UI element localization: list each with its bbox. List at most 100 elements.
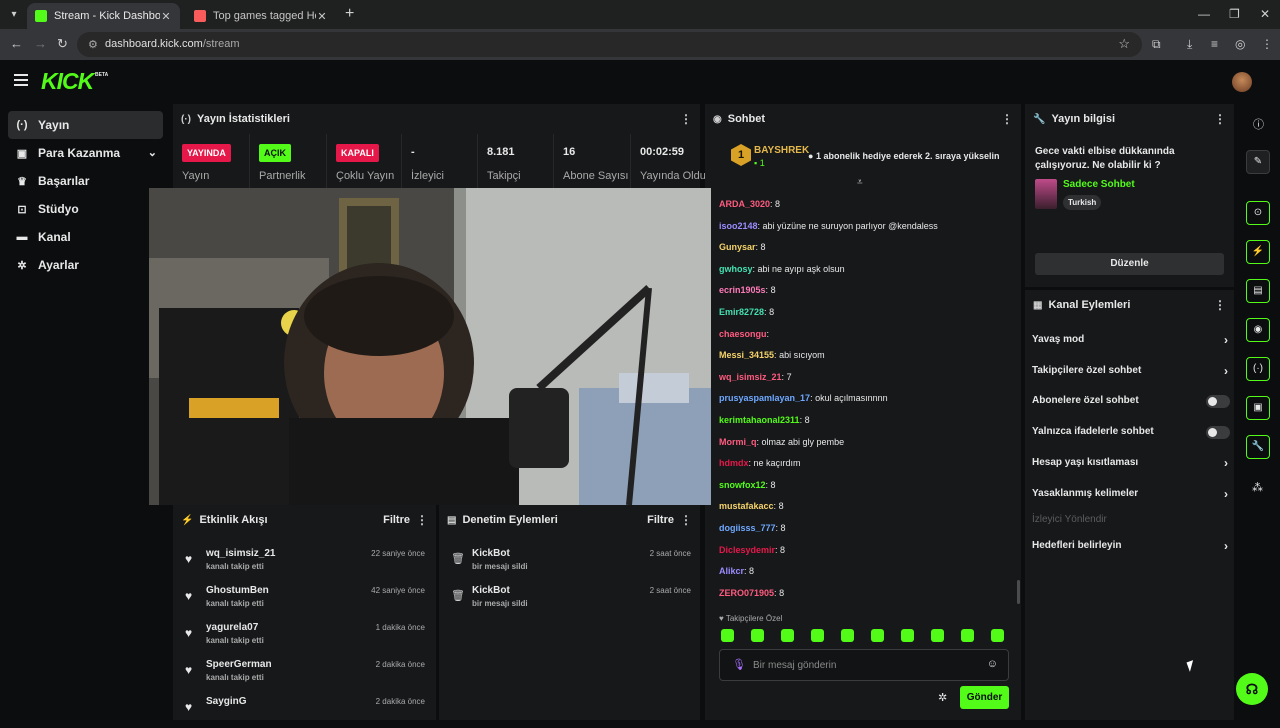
more-options-icon[interactable]: ⋮ — [1001, 112, 1013, 126]
banned-words-row[interactable]: Yasaklanmış kelimeler › — [1032, 484, 1230, 504]
emote-icon[interactable] — [991, 629, 1004, 642]
emote-icon[interactable] — [871, 629, 884, 642]
chat-username[interactable]: hdmdx — [719, 458, 749, 468]
subscribers-only-toggle[interactable] — [1206, 395, 1230, 408]
tab-itch-horror[interactable]: Top games tagged Horror - itch ✕ — [186, 3, 336, 29]
chat-username[interactable]: ZERO071905 — [719, 588, 774, 598]
chat-username[interactable]: Alikcr — [719, 566, 744, 576]
emote-icon[interactable] — [901, 629, 914, 642]
kick-logo[interactable]: KICK — [41, 68, 94, 95]
emote-icon[interactable] — [811, 629, 824, 642]
activity-user[interactable]: SayginG — [206, 696, 247, 707]
activity-user[interactable]: SpeerGerman — [206, 659, 272, 670]
tab-kick-dashboard[interactable]: Stream - Kick Dashboard ✕ — [27, 3, 180, 29]
followers-only-row[interactable]: Takipçilere özel sohbet › — [1032, 361, 1230, 381]
site-info-icon[interactable]: ⚙ — [88, 38, 98, 51]
activity-user[interactable]: wq_isimsiz_21 — [206, 548, 275, 559]
reload-icon[interactable]: ↻ — [57, 37, 68, 51]
send-button[interactable]: Gönder — [960, 686, 1009, 709]
media-icon[interactable]: ≡ — [1211, 37, 1218, 51]
tab-search-icon[interactable]: ▾ — [6, 7, 22, 23]
close-tab-icon[interactable]: ✕ — [316, 10, 328, 23]
document-icon[interactable]: ▤ — [1246, 279, 1270, 303]
category-link[interactable]: Sadece Sohbet — [1063, 179, 1135, 190]
forward-icon[interactable]: → — [34, 37, 47, 51]
more-options-icon[interactable]: ⋮ — [680, 513, 692, 527]
edit-button[interactable]: Düzenle — [1035, 253, 1224, 275]
lightning-icon[interactable]: ⚡ — [1246, 240, 1270, 264]
wrench-icon[interactable]: 🔧 — [1246, 435, 1270, 459]
stream-preview-video[interactable] — [149, 188, 711, 505]
profile-icon[interactable]: ◎ — [1235, 37, 1245, 51]
pencil-icon[interactable]: ✎ — [1246, 150, 1270, 174]
slow-mode-row[interactable]: Yavaş mod › — [1032, 330, 1230, 350]
more-options-icon[interactable]: ⋮ — [680, 112, 692, 126]
hamburger-menu-icon[interactable] — [14, 74, 28, 86]
new-tab-button[interactable]: + — [345, 6, 354, 22]
emote-icon[interactable] — [961, 629, 974, 642]
close-tab-icon[interactable]: ✕ — [160, 10, 172, 23]
activity-user[interactable]: GhostumBen — [206, 585, 269, 596]
more-options-icon[interactable]: ⋮ — [1214, 298, 1226, 312]
chat-username[interactable]: mustafakacc — [719, 501, 774, 511]
chat-scrollbar[interactable] — [1017, 580, 1020, 604]
sidebar-item-kanal[interactable]: ▬ Kanal ⌄ — [8, 223, 163, 251]
chat-username[interactable]: wq_isimsiz_21 — [719, 372, 782, 382]
address-bar[interactable]: ⚙ dashboard.kick.com/stream ☆ — [77, 32, 1142, 57]
chat-username[interactable]: gwhosy — [719, 264, 753, 274]
pinned-user[interactable]: BAYSHREK — [754, 145, 809, 156]
chat-username[interactable]: Emir82728 — [719, 307, 764, 317]
chat-username[interactable]: prusyaspamlayan_17 — [719, 393, 810, 403]
scroll-down-icon[interactable]: ⩡ — [857, 177, 863, 188]
chat-username[interactable]: snowfox12 — [719, 480, 766, 490]
add-widget-icon[interactable]: ⁂ — [1252, 481, 1263, 494]
sidebar-item-ayarlar[interactable]: ✲ Ayarlar ⌄ — [8, 251, 163, 279]
chat-username[interactable]: kerimtahaonal2311 — [719, 415, 800, 425]
sidebar-item-para-kazanma[interactable]: ▣ Para Kazanma ⌄ — [8, 139, 163, 167]
sidebar-item-studyo[interactable]: ⊡ Stüdyo ⌄ — [8, 195, 163, 223]
browser-menu-icon[interactable]: ⋮ — [1261, 37, 1273, 51]
filter-button[interactable]: Filtre — [647, 514, 674, 526]
minimize-icon[interactable]: — — [1198, 7, 1210, 21]
chat-username[interactable]: Mormi_q — [719, 437, 757, 447]
emote-icon[interactable] — [751, 629, 764, 642]
chat-username[interactable]: ecrin1905s — [719, 285, 766, 295]
microphone-icon[interactable]: 🎙 — [732, 658, 746, 671]
mod-user[interactable]: KickBot — [472, 548, 510, 559]
chat-username[interactable]: dogiisss_777 — [719, 523, 776, 533]
sidebar-item-yayin[interactable]: (·) Yayın — [8, 111, 163, 139]
chat-input[interactable]: 🎙 Bir mesaj gönderin ☺ — [719, 649, 1009, 681]
broadcast-icon[interactable]: (·) — [1246, 357, 1270, 381]
emote-icon[interactable] — [841, 629, 854, 642]
chat-bubble-icon[interactable]: ◉ — [1246, 318, 1270, 342]
emote-only-toggle[interactable] — [1206, 426, 1230, 439]
emote-icon[interactable] — [931, 629, 944, 642]
chat-username[interactable]: Gunysar — [719, 242, 756, 252]
account-age-row[interactable]: Hesap yaşı kısıtlaması › — [1032, 453, 1230, 473]
extensions-icon[interactable]: ⧉ — [1152, 37, 1161, 52]
chat-username[interactable]: ARDA_3020 — [719, 199, 770, 209]
maximize-icon[interactable]: ❐ — [1229, 7, 1240, 21]
chat-username[interactable]: Diclesydemir — [719, 545, 775, 555]
activity-user[interactable]: yagurela07 — [206, 622, 258, 633]
more-options-icon[interactable]: ⋮ — [1214, 112, 1226, 126]
camera-icon[interactable]: ⊙ — [1246, 201, 1270, 225]
emoji-icon[interactable]: ☺ — [987, 658, 998, 670]
set-goals-row[interactable]: Hedefleri belirleyin › — [1032, 536, 1230, 556]
emote-icon[interactable] — [721, 629, 734, 642]
chat-username[interactable]: isoo2148 — [719, 221, 758, 231]
layout-icon[interactable]: ▣ — [1246, 396, 1270, 420]
back-icon[interactable]: ← — [10, 37, 23, 51]
category-thumbnail[interactable] — [1035, 179, 1057, 209]
filter-button[interactable]: Filtre — [383, 514, 410, 526]
sidebar-item-basarilar[interactable]: ♛ Başarılar — [8, 167, 163, 195]
chat-settings-icon[interactable]: ✲ — [938, 691, 947, 704]
bookmark-star-icon[interactable]: ☆ — [1118, 36, 1130, 52]
mod-user[interactable]: KickBot — [472, 585, 510, 596]
emote-icon[interactable] — [781, 629, 794, 642]
info-icon[interactable]: ⓘ — [1253, 116, 1264, 132]
chat-username[interactable]: Messi_34155 — [719, 350, 774, 360]
close-window-icon[interactable]: ✕ — [1260, 7, 1270, 21]
avatar[interactable] — [1232, 72, 1252, 92]
support-headset-icon[interactable]: ☊ — [1236, 673, 1268, 705]
